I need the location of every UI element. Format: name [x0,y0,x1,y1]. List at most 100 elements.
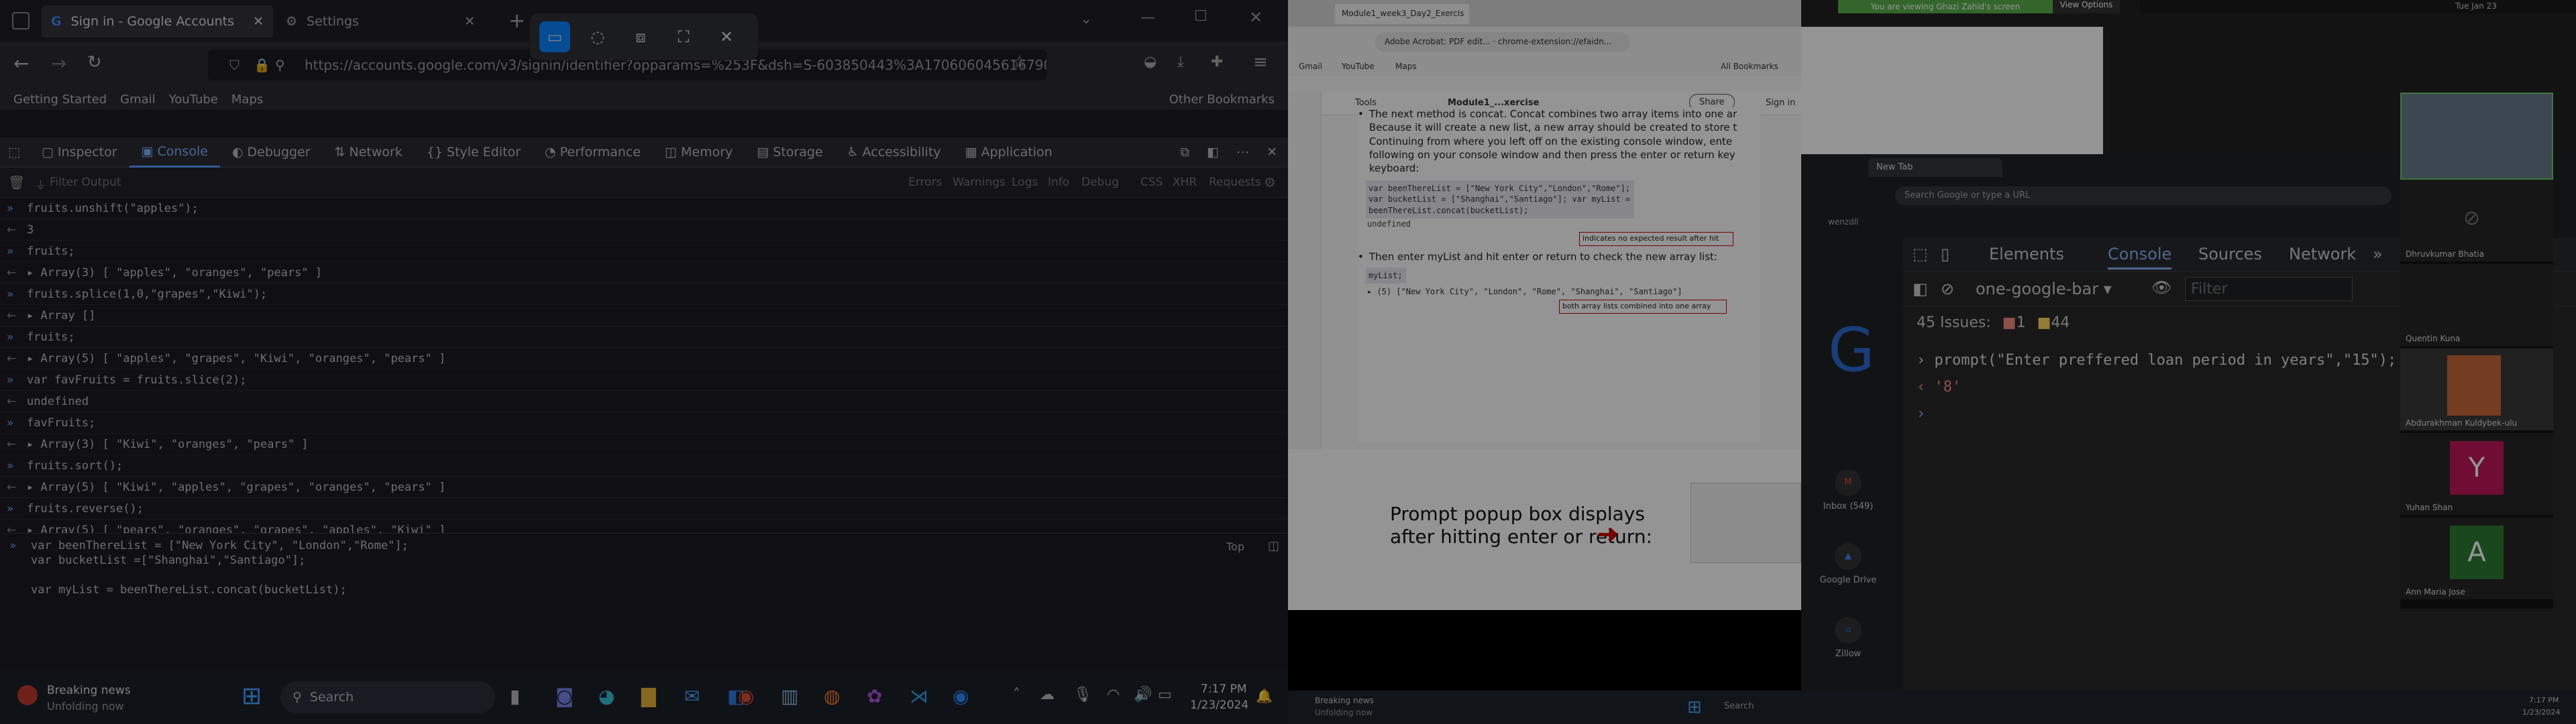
window-snip-icon[interactable]: ⧈ [625,21,656,52]
tab-google-signin[interactable]: G Sign in - Google Accounts ✕ [42,5,273,38]
sign-in-link[interactable]: Sign in [1766,98,1795,108]
menu-icon[interactable]: ≡ [1253,52,1268,72]
tab-style-editor[interactable]: {} Style Editor [415,137,533,168]
edge-icon[interactable]: ◕ [598,685,614,707]
console-line[interactable]: ▸ Array(5) [ "Kiwi", "apples", "grapes",… [27,481,445,494]
extensions-icon[interactable]: ✚ [1211,54,1223,70]
photos-icon[interactable]: ✿ [867,685,882,707]
close-icon[interactable]: ✕ [253,14,264,29]
device-icon[interactable]: ▯ [1941,245,1949,263]
filter-xhr[interactable]: XHR [1173,176,1197,189]
bookmark-gmail[interactable]: Gmail [1299,62,1322,71]
filter-input[interactable] [50,173,452,192]
minimize-button[interactable]: — [1140,9,1155,26]
more-icon[interactable]: ⋯ [1236,145,1249,160]
mail-icon[interactable]: ✉ [684,685,700,707]
bookmark-youtube[interactable]: YouTube [169,93,218,107]
participant-tile[interactable]: Abdurakhman Kuldybek-ulu [2400,349,2553,430]
tab-application[interactable]: ▦ Application [953,137,1065,168]
filter-errors[interactable]: Errors [908,176,942,189]
vscode-icon[interactable]: ⋊ [910,685,928,707]
console-line[interactable]: ▸ Array(3) [ "Kiwi", "oranges", "pears" … [27,438,309,451]
tab-elements[interactable]: Elements [1989,245,2064,263]
tab-acrobat-doc[interactable]: Module1_week3_Day2_Exercis [1335,4,1469,24]
chrome-tab-newtab[interactable]: New Tab [1868,158,2002,177]
taskbar-search[interactable]: ⚲ Search [280,681,495,713]
close-icon[interactable]: ✕ [711,21,742,52]
tab-settings[interactable]: ⚙ Settings ✕ [276,5,484,38]
tab-accessibility[interactable]: ♿ Accessibility [835,137,953,168]
view-options-button[interactable]: View Options [2053,0,2120,13]
volume-icon[interactable]: 🔊 [1134,686,1152,703]
participant-tile[interactable]: A Ann Maria Jose [2400,518,2553,599]
cloud-icon[interactable]: ☁ [1040,686,1055,703]
console-line[interactable]: ▸ Array(5) [ "apples", "grapes", "Kiwi",… [27,352,445,365]
shortcut-zillow[interactable]: ⌂ Zillow [1815,617,1882,659]
file-explorer-icon[interactable]: ▇ [641,685,656,707]
tab-performance[interactable]: ◔ Performance [533,137,653,168]
shortcut-inbox[interactable]: M Inbox (549) [1815,469,1882,511]
notepad-icon[interactable]: ▥ [781,685,798,707]
participant-tile[interactable]: Quentin Kuna [2400,264,2553,346]
back-icon[interactable]: ← [13,52,29,74]
bookmark-gmail[interactable]: Gmail [120,93,156,107]
bookmark-youtube[interactable]: YouTube [1342,62,1375,71]
sidebar-toggle-icon[interactable]: ◫ [1268,539,1279,553]
bookmark-getting-started[interactable]: Getting Started [13,93,107,107]
new-tab-button[interactable]: + [508,9,525,33]
clear-icon[interactable]: ⊘ [1941,280,1954,298]
teams-icon[interactable]: ◙ [555,685,574,707]
settings-gear-icon[interactable]: ⚙ [1264,174,1276,190]
bookmark-maps[interactable]: Maps [1395,62,1417,71]
filter-css[interactable]: CSS [1140,176,1163,189]
zoom-icon[interactable]: ◉ [953,685,969,707]
dock-icon[interactable]: ⧉ [1181,145,1190,160]
bookmark-wenzdll[interactable]: wenzdll [1828,217,1858,227]
clock-time[interactable]: 7:17 PM [1201,682,1247,696]
shortcut-drive[interactable]: ▲ Google Drive [1815,543,1882,585]
rectangle-snip-icon[interactable]: ▭ [539,21,570,52]
tab-debugger[interactable]: ◐ Debugger [220,137,323,168]
firefox-icon[interactable]: ◍ [824,685,840,707]
tab-inspector[interactable]: ▢ Inspector [30,137,129,168]
notification-bell-icon[interactable]: 🔔 [1256,688,1273,704]
context-selector[interactable]: Top [1226,540,1244,553]
fullscreen-snip-icon[interactable]: ⛶ [668,21,699,52]
context-dropdown[interactable]: one-google-bar ▾ [1976,280,2112,298]
other-bookmarks[interactable]: Other Bookmarks [1169,93,1275,107]
windows-start-icon[interactable]: ⊞ [241,682,262,710]
filter-requests[interactable]: Requests [1209,176,1261,189]
news-title[interactable]: Breaking news [47,684,131,697]
filter-warnings[interactable]: Warnings [953,176,1006,189]
microphone-icon[interactable]: 🎙 [1073,686,1092,703]
console-editor[interactable]: » var beenThereList = ["New York City", … [0,533,1288,670]
tab-storage[interactable]: ▤ Storage [745,137,835,168]
split-icon[interactable]: ◧ [1207,145,1219,160]
issues-bar[interactable]: 45 Issues: ■1 ■44 [1917,314,2070,331]
tab-console[interactable]: Console [2108,245,2172,269]
bookmark-star-icon[interactable]: ☆ [1012,52,1027,72]
reload-icon[interactable]: ↻ [87,52,102,72]
tab-sources[interactable]: Sources [2198,245,2262,263]
close-devtools-icon[interactable]: ✕ [1267,145,1277,160]
inspect-icon[interactable]: ⬚ [1913,245,1928,263]
task-view-icon[interactable]: ▮ [510,685,520,707]
participant-tile[interactable]: Y Yuhan Shan [2400,433,2553,515]
picker-icon[interactable]: ⬚ [8,145,20,160]
filter-info[interactable]: Info [1048,176,1069,189]
tools-label[interactable]: Tools [1355,98,1377,108]
filter-debug[interactable]: Debug [1081,176,1119,189]
participant-tile[interactable]: ⊘ Dhruvkumar Bhatia [2400,180,2553,261]
chrome-icon[interactable]: ◉ [738,685,754,707]
acrobat-url-bar[interactable]: Adobe Acrobat: PDF edit... · chrome-exte… [1375,32,1630,52]
forward-icon[interactable]: → [51,52,66,74]
tab-network[interactable]: ⇅ Network [323,137,415,168]
close-window-button[interactable]: ✕ [1249,8,1263,27]
close-icon[interactable]: ✕ [464,14,475,29]
eye-icon[interactable]: 👁 [2151,278,2171,297]
filter-input[interactable] [2185,277,2353,301]
console-prompt[interactable]: › [1917,406,1925,422]
wifi-icon[interactable]: ◠ [1107,686,1120,703]
freeform-snip-icon[interactable]: ◌ [582,21,613,52]
tab-console[interactable]: ▣ Console [129,137,220,168]
